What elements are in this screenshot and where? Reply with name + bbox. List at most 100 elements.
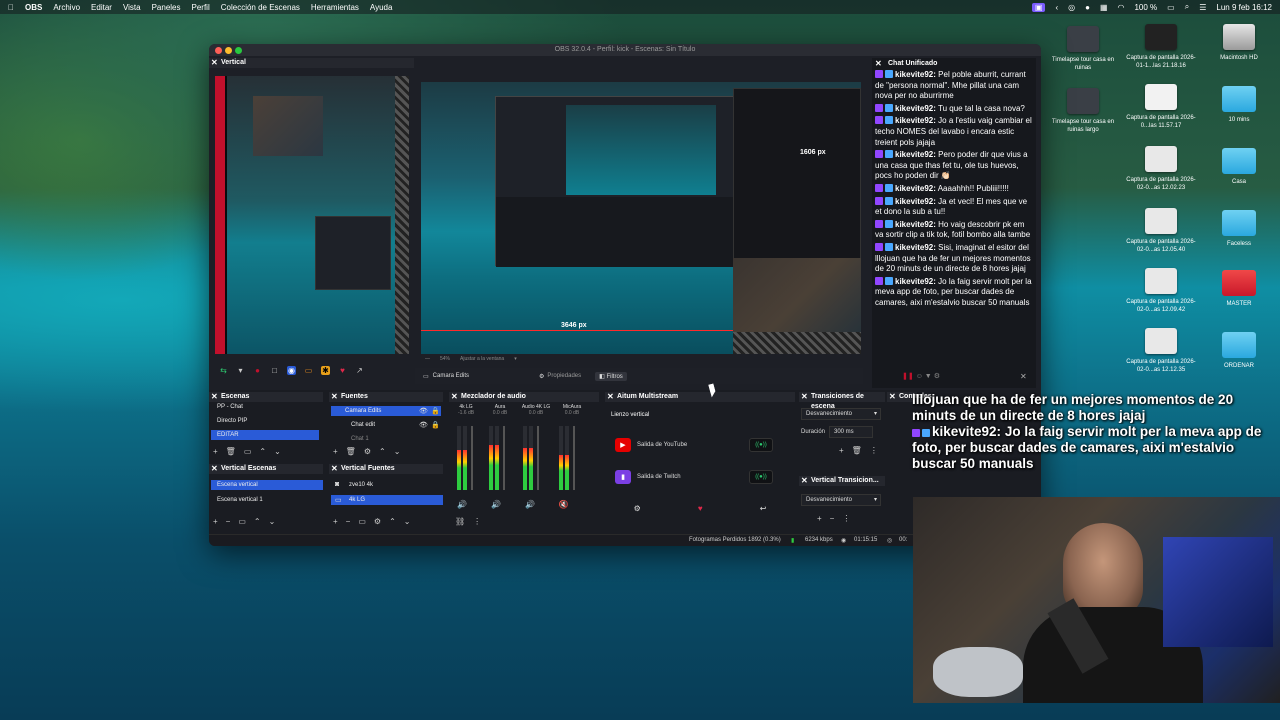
chevron-down-icon[interactable]: ⌄ [404, 517, 411, 526]
desktop-folder-casa[interactable]: Casa [1204, 148, 1274, 186]
apple-icon[interactable]:  [8, 3, 14, 12]
close-icon[interactable]: ✕ [451, 392, 458, 402]
vertical-scene-item-selected[interactable]: Escena vertical [211, 480, 323, 490]
link-icon[interactable]: ⇆ [219, 366, 228, 375]
filter-icon[interactable]: ▭ [238, 517, 246, 526]
desktop-file-screenshot[interactable]: Captura de pantalla 2026-02-0...as 12.12… [1126, 328, 1196, 374]
desktop-file-screenshot[interactable]: Captura de pantalla 2026-02-0...as 12.05… [1126, 208, 1196, 254]
gear-icon[interactable]: ⚙ [374, 517, 381, 526]
close-icon[interactable]: ✕ [211, 464, 218, 474]
desktop-file-screenshot[interactable]: Captura de pantalla 2026-02-0...as 12.02… [1126, 146, 1196, 192]
fit-window-button[interactable]: Ajustar a la ventana [460, 356, 504, 362]
gear-icon[interactable]: ⚙ [634, 504, 641, 516]
add-icon[interactable]: + [333, 517, 338, 526]
source-item[interactable]: Chat 1 [331, 434, 441, 444]
filter-icon[interactable]: ▭ [244, 447, 252, 456]
maximize-window-button[interactable] [235, 47, 242, 54]
battery-label[interactable]: 100 % [1134, 3, 1157, 12]
settings-icon[interactable]: ⚙ [934, 373, 940, 380]
close-icon[interactable]: ✕ [801, 476, 808, 486]
remove-icon[interactable]: − [226, 517, 231, 526]
chevron-down-icon[interactable]: ⌄ [274, 447, 281, 456]
filter-icon[interactable]: ▼ [925, 373, 932, 380]
search-icon[interactable]: ⌕ [1185, 2, 1189, 12]
stream-icon[interactable]: ◉ [287, 366, 296, 375]
lock-icon[interactable]: 🔒 [431, 407, 440, 415]
desktop-file-screenshot[interactable]: Captura de pantalla 2026-02-0...as 12.09… [1126, 268, 1196, 314]
chevron-down-icon[interactable]: ⌄ [394, 447, 401, 456]
close-icon[interactable]: ✕ [331, 464, 338, 474]
control-center-icon[interactable]: ☰ [1199, 3, 1206, 12]
main-preview-canvas[interactable]: 1606 px 3646 px [421, 82, 861, 354]
desktop-file-timelapse[interactable]: Timelapse tour casa en ruinas [1048, 26, 1118, 72]
vertical-transition-select[interactable]: Desvanecimiento ▾ [801, 494, 881, 506]
menu-herramientas[interactable]: Herramientas [311, 3, 359, 12]
link-icon[interactable]: ⛓ [455, 517, 465, 526]
menu-paneles[interactable]: Paneles [152, 3, 181, 12]
close-icon[interactable]: ✕ [211, 392, 218, 402]
eye-icon[interactable]: 👁 [419, 407, 428, 415]
chevron-down-icon[interactable]: ⌄ [269, 517, 276, 526]
trash-icon[interactable]: 🗑 [852, 446, 862, 455]
close-icon[interactable]: ✕ [875, 58, 882, 70]
add-icon[interactable]: + [333, 447, 338, 456]
volume-fader[interactable] [471, 426, 473, 490]
eye-icon[interactable]: 👁 [419, 421, 428, 429]
battery-icon[interactable]: ▭ [1167, 3, 1175, 12]
add-icon[interactable]: + [839, 446, 844, 455]
clock[interactable]: Lun 9 feb 16:12 [1216, 3, 1272, 12]
settings-icon[interactable]: ✱ [321, 366, 330, 375]
pause-icon[interactable]: ❚❚ [902, 373, 914, 380]
menu-app-name[interactable]: OBS [25, 3, 42, 12]
add-icon[interactable]: + [817, 514, 822, 523]
close-icon[interactable]: ✕ [889, 392, 896, 402]
filter-icon[interactable]: ▭ [358, 517, 366, 526]
wifi-icon[interactable]: ◠ [1118, 3, 1125, 12]
duration-input[interactable]: 300 ms [829, 426, 873, 438]
desktop-folder-faceless[interactable]: Faceless [1204, 210, 1274, 248]
menu-vista[interactable]: Vista [123, 3, 141, 12]
volume-icon[interactable]: 🔊 [525, 500, 535, 509]
transition-select[interactable]: Desvanecimiento ▾ [801, 408, 881, 420]
menu-ayuda[interactable]: Ayuda [370, 3, 393, 12]
lock-icon[interactable]: 🔒 [431, 421, 440, 429]
desktop-file-screenshot[interactable]: Captura de pantalla 2026-0...las 11.57.1… [1126, 84, 1196, 130]
desktop-folder-master[interactable]: MASTER [1204, 270, 1274, 308]
scene-item-selected[interactable]: EDITAR [211, 430, 319, 440]
heart-icon[interactable]: ♥ [698, 504, 703, 516]
close-icon[interactable]: ✕ [1020, 372, 1027, 381]
vertical-source-item[interactable]: zve10 4k [331, 480, 443, 490]
chevron-down-icon[interactable]: ▾ [514, 356, 517, 362]
record-icon[interactable]: ● [253, 366, 262, 375]
volume-icon[interactable]: 🔊 [457, 500, 467, 509]
share-icon[interactable]: ↗ [355, 366, 364, 375]
youtube-output-toggle[interactable]: ((●)) [749, 438, 773, 452]
volume-fader[interactable] [503, 426, 505, 490]
chevron-up-icon[interactable]: ⌃ [259, 447, 266, 456]
more-icon[interactable]: ⋮ [473, 517, 481, 526]
vertical-source-item-selected[interactable]: 4k LG [331, 495, 443, 505]
circle-icon[interactable]: ◎ [1068, 3, 1075, 12]
close-window-button[interactable] [215, 47, 222, 54]
apps-icon[interactable]: ▦ [1100, 3, 1108, 12]
emote-icon[interactable]: ☺ [916, 373, 923, 380]
dot-icon[interactable]: ● [1085, 3, 1090, 12]
desktop-macintosh-hd[interactable]: Macintosh HD [1204, 24, 1274, 62]
volume-icon[interactable]: 🔊 [491, 500, 501, 509]
trash-icon[interactable]: 🗑 [226, 447, 236, 456]
scene-item[interactable]: Directo PIP [211, 416, 319, 426]
scene-item[interactable]: PP - Chat [211, 402, 319, 412]
square-icon[interactable]: □ [270, 366, 279, 375]
filters-button[interactable]: ◧ Filtros [595, 371, 627, 381]
add-icon[interactable]: + [213, 447, 218, 456]
menu-archivo[interactable]: Archivo [53, 3, 80, 12]
vertical-canvas-preview[interactable] [215, 76, 409, 354]
trash-icon[interactable]: 🗑 [346, 447, 356, 456]
remove-icon[interactable]: − [830, 514, 835, 523]
menu-perfil[interactable]: Perfil [192, 3, 210, 12]
chevron-up-icon[interactable]: ⌃ [254, 517, 261, 526]
add-icon[interactable]: + [213, 517, 218, 526]
menu-coleccion-escenas[interactable]: Colección de Escenas [221, 3, 300, 12]
minimize-window-button[interactable] [225, 47, 232, 54]
folder-icon[interactable]: ▭ [304, 366, 313, 375]
